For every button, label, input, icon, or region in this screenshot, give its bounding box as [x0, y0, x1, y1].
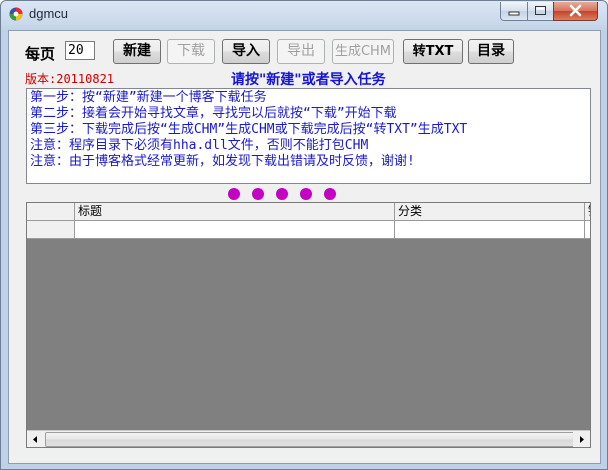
scroll-left-button[interactable] [27, 431, 44, 447]
table-row[interactable] [27, 221, 590, 239]
cell-title[interactable] [75, 221, 395, 238]
task-grid[interactable]: 标题 分类 链 [26, 202, 591, 448]
arrow-right-icon [580, 436, 584, 443]
scroll-thumb[interactable] [45, 432, 575, 447]
close-icon [569, 4, 582, 17]
perpage-label: 每页 [25, 45, 56, 63]
catalog-button[interactable]: 目录 [468, 39, 514, 64]
scroll-right-button[interactable] [573, 431, 590, 447]
cell-category[interactable] [395, 221, 585, 238]
instruction-line: 第三步：下载完成后按“生成CHM”生成CHM或下载完成后按“转TXT”生成TXT [30, 122, 468, 137]
window-title: dgmcu [29, 6, 69, 21]
progress-dot [228, 188, 240, 200]
to-txt-button[interactable]: 转TXT [403, 39, 463, 64]
arrow-left-icon [33, 436, 37, 443]
grid-corner [27, 203, 75, 220]
make-chm-button[interactable]: 生成CHM [332, 39, 394, 64]
horizontal-scrollbar[interactable] [27, 430, 590, 447]
app-icon [9, 7, 23, 21]
row-header [27, 221, 75, 238]
grid-header: 标题 分类 链 [27, 203, 590, 221]
version-label: 版本:20110821 [25, 72, 115, 86]
column-header-title[interactable]: 标题 [75, 203, 395, 220]
instruction-line: 第一步：按“新建”新建一个博客下载任务 [30, 90, 267, 105]
instructions-box[interactable]: 第一步：按“新建”新建一个博客下载任务 第二步：接着会开始寻找文章，寻找完以后就… [26, 88, 591, 184]
minimize-button[interactable] [500, 2, 528, 21]
title-bar[interactable]: dgmcu [1, 1, 607, 29]
app-window: dgmcu 每页 新建 下载 导入 导出 生成CHM 转TXT 目录 版本:20… [0, 0, 608, 470]
instruction-line: 注意：程序目录下必须有hha.dll文件，否则不能打包CHM [30, 138, 369, 153]
column-header-category[interactable]: 分类 [395, 203, 585, 220]
main-panel: 每页 新建 下载 导入 导出 生成CHM 转TXT 目录 版本:20110821… [8, 30, 601, 464]
perpage-input[interactable] [65, 41, 95, 60]
download-button[interactable]: 下载 [167, 39, 215, 64]
column-header-link[interactable]: 链 [585, 203, 590, 220]
close-button[interactable] [553, 2, 598, 21]
progress-dot [300, 188, 312, 200]
cell-link[interactable] [585, 221, 590, 238]
progress-dot [276, 188, 288, 200]
maximize-icon [535, 6, 546, 15]
import-button[interactable]: 导入 [222, 39, 270, 64]
progress-dot [324, 188, 336, 200]
instruction-line: 第二步：接着会开始寻找文章，寻找完以后就按“下载”开始下载 [30, 106, 397, 121]
instruction-line: 注意：由于博客格式经常更新，如发现下载出错请及时反馈，谢谢! [30, 154, 415, 169]
new-button[interactable]: 新建 [113, 39, 161, 64]
minimize-icon [508, 11, 520, 16]
maximize-button[interactable] [527, 2, 554, 21]
prompt-text: 请按"新建"或者导入任务 [231, 72, 386, 88]
export-button[interactable]: 导出 [277, 39, 325, 64]
progress-dot [252, 188, 264, 200]
